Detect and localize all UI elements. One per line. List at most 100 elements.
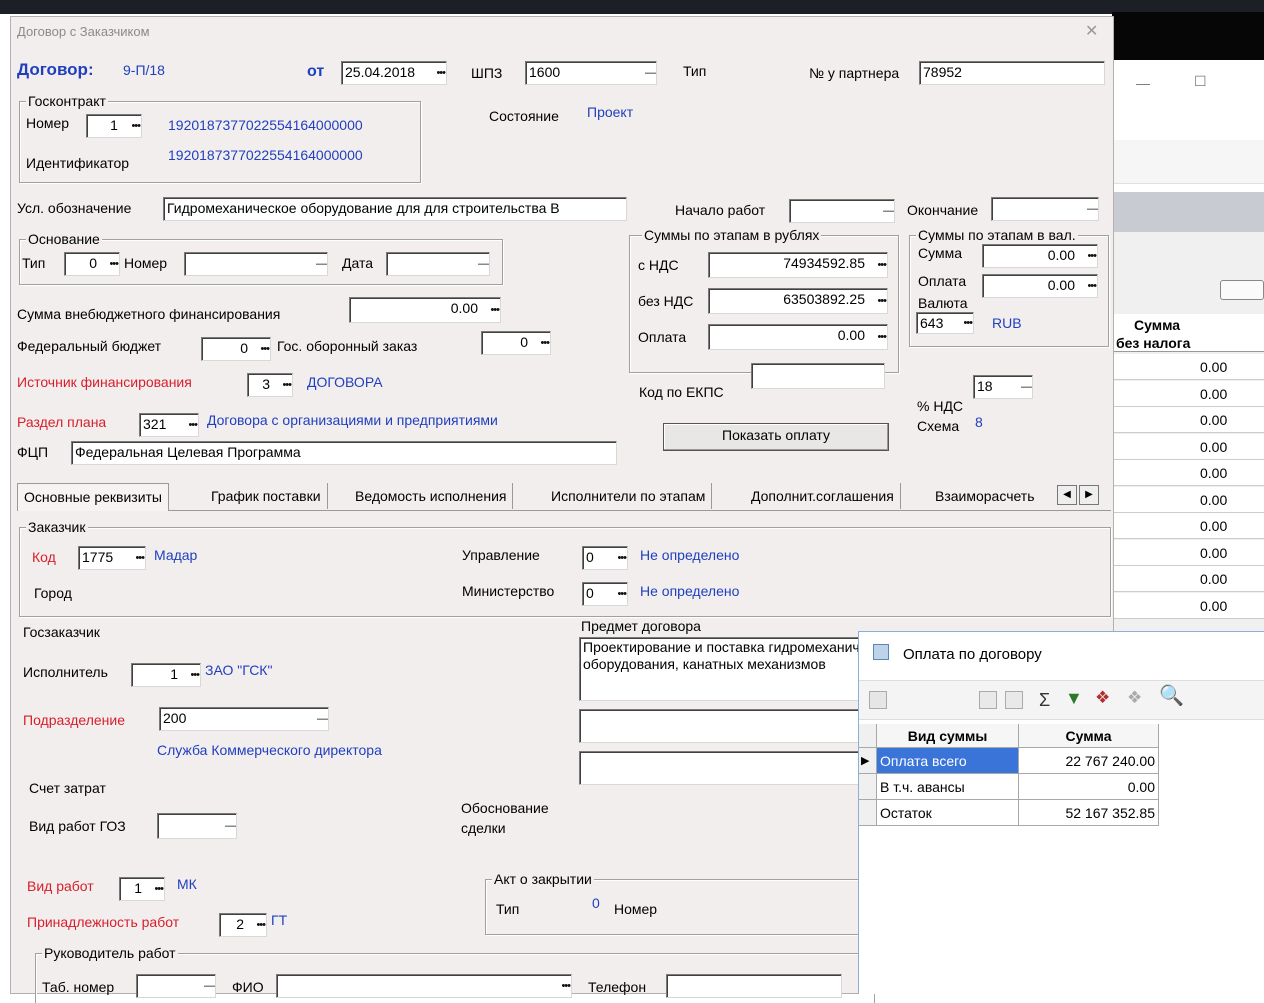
basis-number-field[interactable]: — [184,252,328,276]
goscontract-group: Госконтракт Номер 1 ••• 19201873770225541… [19,92,421,183]
source-field[interactable]: 3 ••• [247,373,293,397]
division-field[interactable]: 200— [159,707,329,731]
defense-field[interactable]: 0 ••• [481,331,551,355]
grid-row[interactable]: 0.00 [1112,486,1264,513]
payment-row-sum[interactable]: 52 167 352.85 [1019,800,1159,826]
designation-field[interactable]: Гидромеханическое оборудование для для с… [163,197,627,221]
sum-icon[interactable]: Σ [1039,691,1050,709]
grid-row[interactable]: 0.00 [1112,539,1264,566]
basis-type-field[interactable]: 0 ••• [64,252,120,276]
cur-pay-field[interactable]: 0.00 ••• [982,274,1098,298]
row-indicator[interactable] [859,800,877,826]
from-date-field[interactable]: 25.04.2018 ••• [341,61,447,85]
act-type-label: Тип [496,901,520,917]
background-toolbar [1112,140,1264,184]
designation-label: Усл. обозначение [17,200,132,216]
background-grid: Сумма без налога 0.00 0.00 0.00 0.00 0.00 0.0… [1112,232,1264,632]
marker-disabled-icon[interactable]: ❖ [1127,689,1142,707]
tab-settlements[interactable]: Взаиморасчеть [929,483,1059,509]
act-title: Акт о закрытии [492,870,594,888]
work-field[interactable]: 1 ••• [119,877,165,901]
cur-sum-field[interactable]: 0.00 ••• [982,244,1098,268]
copy-icon[interactable] [1005,691,1023,709]
grid-row[interactable]: 0.00 [1112,566,1264,592]
table-icon[interactable] [869,691,887,709]
mgmt-field[interactable]: 0 ••• [582,546,628,570]
customer-title: Заказчик [26,518,88,536]
fio-field[interactable]: ••• [276,974,572,998]
payment-row-sum[interactable]: 0.00 [1019,774,1159,800]
grid-row[interactable]: 0.00 [1112,433,1264,460]
extra-finance-field[interactable]: 0.00 ••• [349,297,501,323]
end-field[interactable]: — [991,197,1099,221]
grid-cell-value: 0.00 [1200,438,1228,455]
tab-main-details[interactable]: Основные реквизиты [17,483,169,511]
tab-scroll-left-icon[interactable]: ◀ [1057,485,1077,505]
scheme-label: Схема [917,418,960,434]
shpz-field[interactable]: 1600— [525,61,657,85]
basis-date-field[interactable]: — [386,252,490,276]
row-indicator[interactable]: ▶ [859,748,877,774]
federal-field[interactable]: 0 ••• [201,337,271,361]
basis-title: Основание [26,230,102,248]
col-sum-header[interactable]: Сумма [1019,724,1159,748]
payment-table: Вид суммы Сумма ▶ Оплата всего 22 767 240.… [859,724,1159,834]
show-payment-button[interactable]: Показать оплату [663,423,889,451]
plan-field[interactable]: 321 ••• [139,413,199,437]
ekps-field[interactable] [751,363,885,389]
grid-row[interactable]: 0.00 [1112,513,1264,539]
window-icon [873,644,889,660]
col-type-header[interactable]: Вид суммы [877,724,1019,748]
gc-number-field[interactable]: 1 ••• [86,114,142,138]
tab-scroll-right-icon[interactable]: ▶ [1079,485,1099,505]
executor-field[interactable]: 1 ••• [131,663,201,687]
marker-icon[interactable]: ❖ [1095,689,1110,707]
grid-row[interactable]: 0.00 [1112,380,1264,407]
maximize-button[interactable]: ☐ [1194,72,1207,90]
tab-number-label: Таб. номер [42,979,115,995]
ellipsis-icon: — [645,67,656,79]
payment-row-sum[interactable]: 22 767 240.00 [1019,748,1159,774]
tab-stage-executors[interactable]: Исполнители по этапам [545,483,713,509]
grid-row[interactable]: 0.00 [1112,354,1264,380]
minimize-button[interactable]: — [1136,74,1150,92]
grid-cell-value: 0.00 [1200,359,1228,375]
export-icon[interactable] [979,691,997,709]
preview-icon[interactable]: 🔍 [1159,686,1184,706]
tab-additional-agreements[interactable]: Дополнит.соглашения [745,483,901,509]
fcp-field[interactable]: Федеральная Целевая Программа [71,441,617,465]
partner-field[interactable]: 78952 [919,61,1105,85]
ministry-field[interactable]: 0 ••• [582,582,628,606]
gc-ident-text: 1920187377022554164000000 [168,147,363,163]
sums-currency-group: Суммы по этапам в вал. Сумма 0.00 ••• Опл… [909,226,1109,347]
close-icon[interactable]: ✕ [1085,23,1098,41]
grid-row[interactable]: 0.00 [1112,460,1264,486]
sum-novat-field[interactable]: 63503892.25 ••• [708,288,888,314]
grid-cell-value: 0.00 [1200,385,1228,402]
tab-number-field[interactable]: — [136,974,216,998]
nds-field[interactable]: 18— [973,375,1033,399]
belong-field[interactable]: 2 ••• [219,913,267,937]
customer-code-field[interactable]: 1775 ••• [78,546,146,570]
currency-code-field[interactable]: 643 ••• [916,312,974,334]
grid-row[interactable]: 0.00 [1112,592,1264,619]
start-field[interactable]: — [789,199,895,223]
payment-row-type[interactable]: Остаток [877,800,1019,826]
tab-delivery-schedule[interactable]: График поставки [205,483,328,509]
head-group: Руководитель работ Таб. номер — ФИО ••• … [35,944,875,1003]
type-label: Тип [683,63,707,79]
row-indicator[interactable] [859,774,877,800]
phone-field[interactable] [666,974,842,998]
payment-row-type[interactable]: Оплата всего [877,748,1019,774]
filter-icon[interactable]: ▼ [1065,689,1083,707]
background-grid-button[interactable] [1220,280,1264,300]
payment-row-type[interactable]: В т.ч. авансы [877,774,1019,800]
customer-code-text: Мадар [154,547,198,563]
sum-pay-field[interactable]: 0.00 ••• [708,324,888,350]
tab-execution-sheet[interactable]: Ведомость исполнения [349,483,514,509]
goz-field[interactable]: — [157,813,237,839]
work-label: Вид работ [27,878,94,894]
fio-label: ФИО [232,979,264,995]
sum-vat-field[interactable]: 74934592.85 ••• [708,252,888,278]
grid-row[interactable]: 0.00 [1112,407,1264,433]
